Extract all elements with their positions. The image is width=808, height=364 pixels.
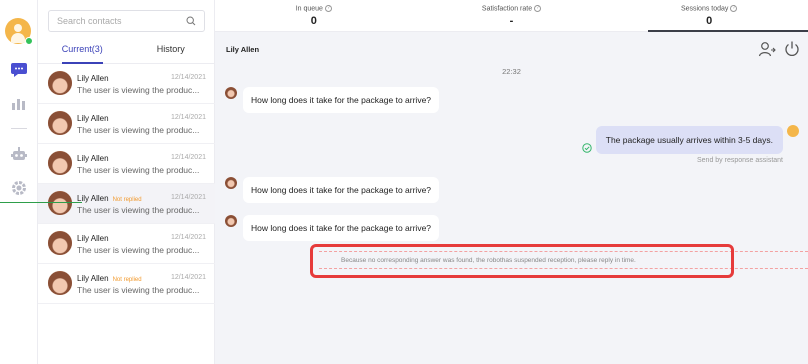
contact-avatar [48,71,72,95]
message-timestamp: 22:32 [502,67,521,76]
info-icon[interactable]: ? [324,5,332,12]
robot-icon[interactable] [9,144,29,164]
contact-date: 12/14/2021 [170,154,206,161]
contact-item[interactable]: Lily Allen 12/14/2021 The user is viewin… [38,64,215,104]
contact-avatar [48,231,72,255]
contact-item[interactable]: Lily Allen 12/14/2021 The user is viewin… [38,224,215,264]
contact-date: 12/14/2021 [170,234,206,241]
contact-date: 12/14/2021 [170,114,206,121]
info-icon[interactable]: ? [534,5,542,12]
contact-date: 12/14/2021 [170,74,206,81]
agent-avatar [787,125,799,137]
contact-preview: The user is viewing the produc... [77,285,200,295]
stat-satisfaction-rate: Satisfaction rate? - [413,0,611,31]
contact-avatar [48,191,72,215]
power-icon[interactable] [783,40,801,58]
sent-by-label: Send by response assistant [697,157,783,164]
info-icon[interactable]: ? [730,5,738,12]
stat-sessions-today: Sessions today? 0 [610,0,808,32]
contact-tabs: Current(3) History [38,38,215,64]
chat-area: In queue? 0 Satisfaction rate? - Session… [215,0,808,364]
stat-label: Sessions today [680,5,729,13]
chat-icon[interactable] [9,60,29,80]
transfer-user-icon[interactable] [758,40,776,58]
contact-preview: The user is viewing the produc... [77,85,200,95]
stat-label: Satisfaction rate [481,5,533,13]
contact-date: 12/14/2021 [170,194,206,201]
stat-value: 0 [706,15,713,28]
user-avatar[interactable] [5,18,33,45]
delivered-check-icon [582,143,592,153]
contact-date: 12/14/2021 [170,274,206,281]
stat-value: 0 [310,15,317,28]
contact-name: Lily Allen [77,154,109,163]
tab-history[interactable]: History [127,38,216,63]
not-replied-badge: Not replied [112,197,142,203]
contact-preview: The user is viewing the produc... [77,245,200,255]
contact-name: Lily Allen Not replied [77,274,142,283]
contact-name: Lily Allen [77,234,109,243]
stat-label: In queue [295,5,323,13]
stat-in-queue: In queue? 0 [215,0,413,31]
contact-item[interactable]: Lily Allen 12/14/2021 The user is viewin… [38,144,215,184]
contact-item[interactable]: Lily Allen 12/14/2021 The user is viewin… [38,104,215,144]
contact-preview: The user is viewing the produc... [77,125,200,135]
outgoing-message: The package usually arrives within 3-5 d… [595,126,783,154]
contacts-panel: Current(3) History Lily Allen 12/14/2021… [38,0,215,364]
contact-name: Lily Allen [77,74,109,83]
not-replied-badge: Not replied [112,277,142,283]
contact-avatar [225,215,237,227]
search-input[interactable] [57,16,177,26]
chat-contact-name: Lily Allen [226,45,260,54]
settings-icon[interactable] [9,178,29,198]
contact-preview: The user is viewing the produc... [77,165,200,175]
contact-list: Lily Allen 12/14/2021 The user is viewin… [38,64,215,304]
incoming-message: How long does it take for the package to… [243,177,440,203]
incoming-message: How long does it take for the package to… [243,87,440,113]
navigation-rail [0,0,38,364]
contact-name: Lily Allen Not replied [77,194,142,203]
contact-avatar [48,151,72,175]
notice-highlight-box [310,244,734,278]
analytics-icon[interactable] [9,94,29,114]
rail-divider [11,128,27,129]
contact-item[interactable]: Lily Allen Not replied 12/14/2021 The use… [38,264,215,304]
contact-avatar [48,271,72,295]
contact-item-selected[interactable]: Lily Allen Not replied 12/14/2021 The use… [38,184,215,224]
stats-bar: In queue? 0 Satisfaction rate? - Session… [215,0,808,32]
stat-value: - [509,15,514,28]
contact-avatar [225,177,237,189]
incoming-message: How long does it take for the package to… [243,215,440,241]
online-status-dot [25,37,33,45]
search-box [48,10,205,32]
contact-name: Lily Allen [77,114,109,123]
tab-current[interactable]: Current(3) [38,38,127,64]
contact-preview: The user is viewing the produc... [77,205,200,215]
search-icon[interactable] [186,16,196,26]
annotation-line [0,202,82,203]
contact-avatar [225,87,237,99]
contact-avatar [48,111,72,135]
